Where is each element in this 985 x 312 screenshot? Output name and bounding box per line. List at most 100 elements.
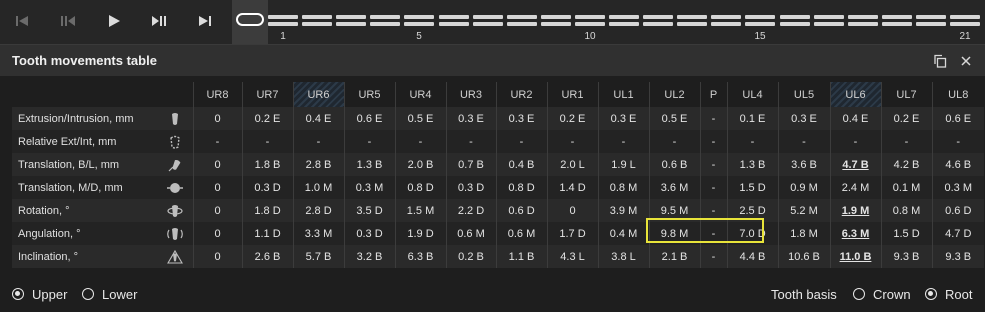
cell-ul8: - [931,130,984,153]
cell-ul6: 0.4 E [829,107,881,130]
column-header-ul1: UL1 [597,82,649,107]
cell-ur4: 0.8 D [394,176,446,199]
stage-marker[interactable] [302,15,333,27]
root-radio-indicator [925,288,937,300]
row-label: Rotation, ° [18,204,70,217]
cell-ur1: 0 [546,199,598,222]
root-radio[interactable]: Root [925,285,972,303]
cell-ur1: 1.7 D [546,222,598,245]
stage-marker[interactable] [745,15,776,27]
cell-ul7: 4.2 B [880,153,932,176]
cell-ur5: - [343,130,395,153]
cell-ul1: 0.8 M [597,176,649,199]
cell-ur5: 3.5 D [343,199,395,222]
cell-ul4: 1.3 B [726,153,778,176]
column-header-ur5: UR5 [343,82,395,107]
cell-ul6: 6.3 M [829,222,881,245]
cell-ul4: 0.1 E [726,107,778,130]
table-row: Extrusion/Intrusion, mm 0 0.2 E 0.4 E 0.6 E0… [12,107,984,130]
skip-to-end-icon[interactable] [191,7,219,35]
cell-ur7: 1.8 B [241,153,293,176]
lower-radio-indicator [82,288,94,300]
upper-radio[interactable]: Upper [12,285,67,303]
cell-ul1: - [597,130,649,153]
table-row: Angulation, ° 0 1.1 D 3.3 M 0.3 D 1.9 D 0.6 M0… [12,222,984,245]
cell-ur3: 0.2 B [445,245,496,268]
stage-timeline-bar: 1 5 10 15 21 [0,0,985,44]
step-back-icon[interactable] [54,7,82,35]
panel-header: Tooth movements table [0,44,985,76]
stage-marker[interactable] [268,15,298,27]
skip-to-start-icon[interactable] [8,7,36,35]
stage-0-handle[interactable] [236,13,264,26]
cell-ur5: 1.3 B [343,153,395,176]
cell-ul6: - [829,130,881,153]
cell-ul6: 2.4 M [829,176,881,199]
cell-ur8: 0 [192,199,242,222]
cell-ur7: 0.3 D [241,176,293,199]
cell-ur7: 1.8 D [241,199,293,222]
cell-ul8: 0.6 D [931,199,984,222]
play-icon[interactable] [100,7,128,35]
cell-ur6: 2.8 D [292,199,344,222]
column-header-ul8: UL8 [931,82,984,107]
column-header-ur1: UR1 [546,82,598,107]
cell-ur5: 0.3 M [343,176,395,199]
stage-marker[interactable] [950,15,980,27]
column-header-ur4: UR4 [394,82,446,107]
cell-ul5: 5.2 M [777,199,830,222]
cell-ul6: 4.7 B [829,153,881,176]
cell-ul7: 0.2 E [880,107,932,130]
stage-marker[interactable] [711,15,742,27]
stage-marker[interactable] [609,15,639,27]
cell-ur8: 0 [192,245,242,268]
cell-ur5: 0.3 D [343,222,395,245]
stage-marker[interactable] [540,15,571,27]
column-header-ur2: UR2 [495,82,547,107]
stage-marker[interactable] [643,15,674,27]
cell-ur4: 1.5 M [394,199,446,222]
stage-marker[interactable] [438,15,469,27]
stage-marker[interactable] [506,15,537,27]
stage-marker[interactable] [813,15,844,27]
close-icon[interactable] [958,53,974,69]
cell-ul5: 1.8 M [777,222,830,245]
stage-marker[interactable] [847,15,878,27]
footer-bar: Upper Lower Tooth basis Crown Root [0,276,985,312]
stage-marker[interactable] [370,15,401,27]
step-forward-icon[interactable] [145,7,173,35]
row-label: Inclination, ° [18,250,79,263]
stage-marker[interactable] [336,15,367,27]
cell-ur1: - [546,130,598,153]
copy-icon[interactable] [932,53,948,69]
cell-p: - [699,222,727,245]
cell-ul1: 3.8 L [597,245,649,268]
tooth-basis-label: Tooth basis [771,286,837,302]
cell-ur8: 0 [192,153,242,176]
cell-ur7: 2.6 B [241,245,293,268]
stage-marker[interactable] [881,15,912,27]
stage-marker[interactable] [779,15,810,27]
cell-ul7: 9.3 B [880,245,932,268]
stage-marker[interactable] [472,15,503,27]
cell-ul1: 0.3 E [597,107,649,130]
stage-marker[interactable] [915,15,946,27]
cell-ur3: 0.3 D [445,176,496,199]
header-blank [12,82,157,107]
cell-p: - [699,153,727,176]
cell-p: - [699,130,727,153]
cell-ul8: 9.3 B [931,245,984,268]
crown-radio[interactable]: Crown [853,285,911,303]
stage-marker[interactable] [677,15,708,27]
cell-p: - [699,107,727,130]
cell-ur3: 0.3 E [445,107,496,130]
lower-radio[interactable]: Lower [82,285,137,303]
cell-ul2: 0.6 B [648,153,700,176]
tooth-movements-table: UR8 UR7 UR6 UR5 UR4 UR3 UR2 UR1 UL1 UL2 P UL4 UL5 UL6… [12,82,984,268]
stage-marker[interactable] [574,15,605,27]
column-header-ul6: UL6 [829,82,881,107]
stage-marker[interactable] [404,15,435,27]
step-number-21: 21 [959,31,971,42]
header-blank-icon [157,82,193,107]
cell-ul1: 3.9 M [597,199,649,222]
